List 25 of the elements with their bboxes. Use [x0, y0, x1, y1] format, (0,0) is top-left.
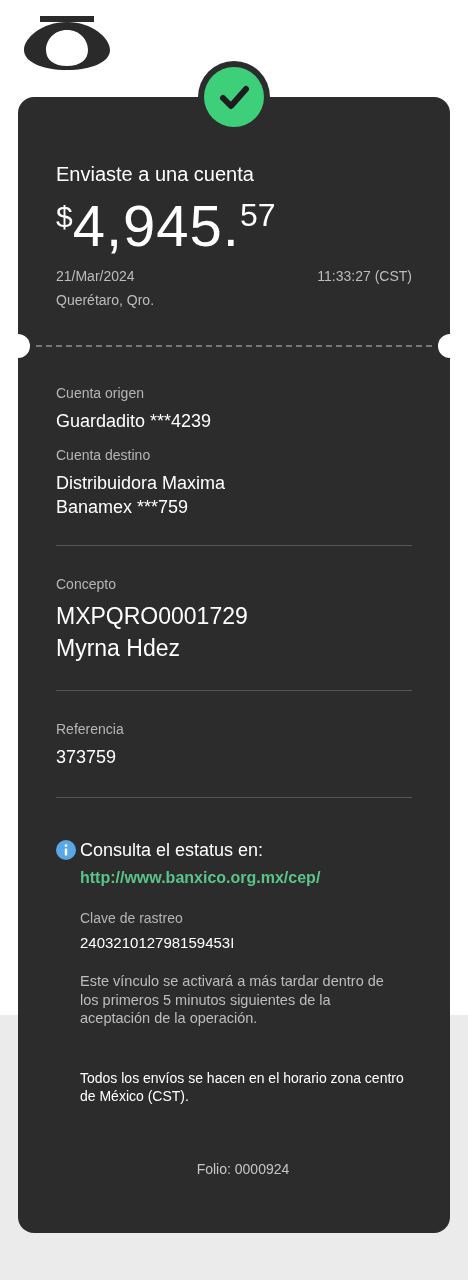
time-text: 11:33:27 (CST)	[317, 267, 412, 286]
info-icon	[56, 840, 76, 860]
folio-text: Folio: 0000924	[195, 1159, 290, 1179]
receipt-title: Enviaste a una cuenta	[56, 162, 255, 187]
field-value: MXPQRO0001729	[56, 602, 249, 631]
logo-icon	[22, 16, 112, 72]
field-value: Guardadito ***4239	[56, 410, 213, 433]
ticket-notch	[438, 334, 450, 358]
tracking-label: Clave de rastreo	[80, 909, 184, 928]
ticket-notch	[18, 334, 30, 358]
field-value: Distribuidora Maxima	[56, 472, 227, 495]
schedule-note: Todos los envíos se hacen en el horario zona centro de México (CST).	[80, 1068, 405, 1106]
field-value: Banamex ***759	[56, 496, 190, 519]
date-text: 21/Mar/2024	[56, 267, 135, 286]
location-text: Querétaro, Qro.	[56, 291, 155, 310]
field-label: Referencia	[56, 720, 125, 739]
activation-note: Este vínculo se activará a más tardar dentro de los primeros 5 minutos siguientes de la aceptación de la operación.	[80, 972, 385, 1028]
field-label: Cuenta destino	[56, 446, 152, 465]
field-label: Cuenta origen	[56, 384, 145, 403]
field-value: Myrna Hdez	[56, 634, 181, 663]
status-link[interactable]: http://www.banxico.org.mx/cep/	[80, 866, 321, 890]
info-heading: Consulta el estatus en:	[80, 839, 264, 862]
field-value: 373759	[56, 746, 118, 769]
field-label: Concepto	[56, 575, 117, 594]
tracking-code: 240321012798159453I	[80, 933, 236, 953]
